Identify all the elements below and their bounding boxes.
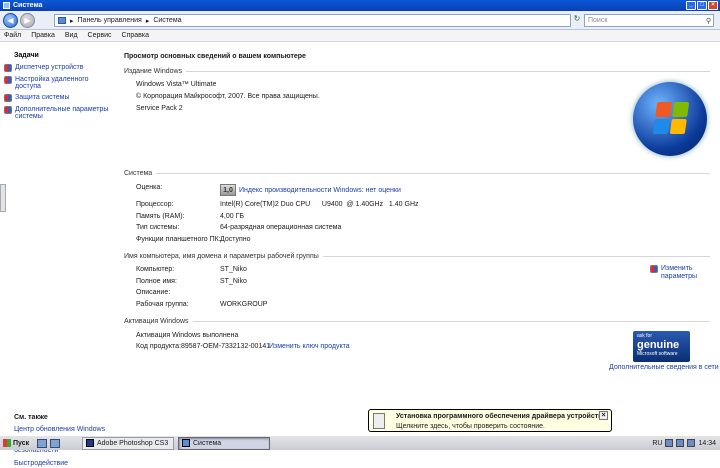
- driver-notification[interactable]: Установка программного обеспечения драйв…: [368, 409, 612, 432]
- refresh-icon[interactable]: ↻: [572, 14, 582, 27]
- full-name-value: ST_Niko: [220, 278, 247, 285]
- task-remote-settings[interactable]: Настройка удаленного доступа: [0, 73, 116, 91]
- link-windows-update[interactable]: Центр обновления Windows: [14, 426, 114, 434]
- start-button[interactable]: Пуск: [1, 437, 31, 450]
- ie-icon[interactable]: [50, 438, 60, 448]
- breadcrumb-sep-icon: ▸: [145, 17, 150, 25]
- change-settings-link[interactable]: Изменить параметры: [650, 265, 697, 281]
- menu-view[interactable]: Вид: [65, 32, 78, 39]
- task-system-protection[interactable]: Защита системы: [0, 91, 116, 103]
- description-label: Описание:: [136, 289, 171, 296]
- title-bar: Система _ □ ×: [0, 0, 720, 11]
- performance-index: 1,0 Индекс производительности Windows: н…: [220, 184, 401, 196]
- ram-value: 4,00 ГБ: [220, 213, 244, 220]
- edition-name: Windows Vista™ Ultimate: [136, 81, 217, 88]
- taskbar: Пуск Adobe Photoshop CS3 Система RU 14:3…: [0, 435, 720, 450]
- system-window-icon: [3, 2, 10, 9]
- shield-icon: [4, 64, 12, 72]
- computer-label: Компьютер:: [136, 266, 175, 273]
- more-info-link[interactable]: Дополнительные сведения в сети: [609, 364, 719, 371]
- notification-title: Установка программного обеспечения драйв…: [396, 413, 607, 420]
- windows-flag-icon: [3, 439, 11, 447]
- menu-edit[interactable]: Правка: [31, 32, 55, 39]
- page-title: Просмотр основных сведений о вашем компь…: [124, 53, 306, 60]
- address-toolbar: ◀ ▶ ▸ Панель управления ▸ Система ↻ Поис…: [0, 11, 720, 30]
- language-indicator[interactable]: RU: [652, 440, 662, 447]
- type-label: Тип системы:: [136, 224, 180, 231]
- breadcrumb-sep-icon: ▸: [70, 17, 74, 25]
- close-button[interactable]: ×: [708, 1, 718, 10]
- search-input[interactable]: Поиск ⚲: [584, 14, 714, 27]
- cpu-label: Процессор:: [136, 201, 174, 208]
- notification-text: Щелкните здесь, чтобы проверить состояни…: [396, 423, 545, 430]
- close-icon[interactable]: ×: [599, 411, 608, 420]
- window-title: Система: [13, 2, 43, 9]
- cpu-value: Intel(R) Core(TM)2 Duo CPU U9400 @ 1.40G…: [220, 201, 419, 208]
- service-pack: Service Pack 2: [136, 105, 183, 112]
- system-tray: RU 14:34: [652, 436, 720, 450]
- section-activation: Активация Windows: [124, 318, 710, 325]
- computer-icon: [58, 17, 66, 24]
- workgroup-value: WORKGROUP: [220, 301, 268, 308]
- rating-label: Оценка:: [136, 184, 163, 191]
- taskbar-button-system[interactable]: Система: [178, 436, 270, 450]
- breadcrumb-control-panel[interactable]: Панель управления: [78, 17, 142, 24]
- main-content: Просмотр основных сведений о вашем компь…: [116, 42, 720, 435]
- computer-icon: [182, 439, 190, 447]
- forward-button[interactable]: ▶: [20, 13, 35, 28]
- tasks-heading: Задачи: [14, 52, 39, 59]
- section-edition: Издание Windows: [124, 68, 710, 75]
- maximize-button[interactable]: □: [697, 1, 707, 10]
- pane-splitter[interactable]: [0, 184, 6, 212]
- product-key-value: 89587-OEM-7332132-00141: [181, 343, 271, 350]
- pen-label: Функции планшетного ПК:: [136, 236, 221, 243]
- computer-value: ST_Niko: [220, 266, 247, 273]
- shield-icon: [4, 106, 12, 114]
- clock[interactable]: 14:34: [698, 440, 716, 447]
- menu-tools[interactable]: Сервис: [88, 32, 112, 39]
- taskbar-button-photoshop[interactable]: Adobe Photoshop CS3: [82, 436, 174, 450]
- product-key-label: Код продукта:: [136, 343, 181, 350]
- section-computer-name: Имя компьютера, имя домена и параметры р…: [124, 253, 710, 260]
- menu-bar: Файл Правка Вид Сервис Справка: [0, 30, 720, 42]
- section-system: Система: [124, 170, 710, 177]
- shield-icon: [4, 94, 12, 102]
- back-button[interactable]: ◀: [3, 13, 18, 28]
- security-icon[interactable]: [676, 439, 685, 447]
- minimize-button[interactable]: _: [686, 1, 696, 10]
- shield-icon: [4, 76, 12, 84]
- full-name-label: Полное имя:: [136, 278, 177, 285]
- task-device-manager[interactable]: Диспетчер устройств: [0, 61, 116, 73]
- link-performance[interactable]: Быстродействие: [14, 460, 114, 468]
- breadcrumb-system[interactable]: Система: [153, 17, 181, 24]
- network-icon[interactable]: [665, 439, 674, 447]
- copyright: © Корпорация Майкрософт, 2007. Все права…: [136, 93, 320, 100]
- menu-help[interactable]: Справка: [122, 32, 149, 39]
- window-controls: _ □ ×: [686, 1, 718, 10]
- type-value: 64-разрядная операционная система: [220, 224, 342, 231]
- search-icon[interactable]: ⚲: [706, 16, 711, 27]
- ram-label: Память (RAM):: [136, 213, 185, 220]
- quick-launch: [37, 438, 60, 448]
- pen-value: Доступно: [220, 236, 251, 243]
- see-also-heading: См. также: [14, 414, 48, 421]
- show-desktop-icon[interactable]: [37, 438, 47, 448]
- activation-status: Активация Windows выполнена: [136, 332, 239, 339]
- photoshop-icon: [86, 439, 94, 447]
- menu-file[interactable]: Файл: [4, 32, 21, 39]
- volume-icon[interactable]: [687, 439, 696, 447]
- shield-icon: [650, 265, 658, 273]
- rating-badge: 1,0: [220, 184, 236, 196]
- task-advanced-settings[interactable]: Дополнительные параметры системы: [0, 103, 116, 121]
- task-pane: Задачи Диспетчер устройств Настройка уда…: [0, 42, 116, 467]
- address-bar[interactable]: ▸ Панель управления ▸ Система: [54, 14, 571, 27]
- workgroup-label: Рабочая группа:: [136, 301, 189, 308]
- windows-logo: [633, 82, 707, 156]
- genuine-badge[interactable]: ask for genuine Microsoft software: [633, 331, 690, 362]
- change-key-link[interactable]: Изменить ключ продукта: [269, 343, 350, 350]
- driver-install-icon: [373, 413, 385, 429]
- rating-link[interactable]: Индекс производительности Windows: нет о…: [239, 187, 401, 194]
